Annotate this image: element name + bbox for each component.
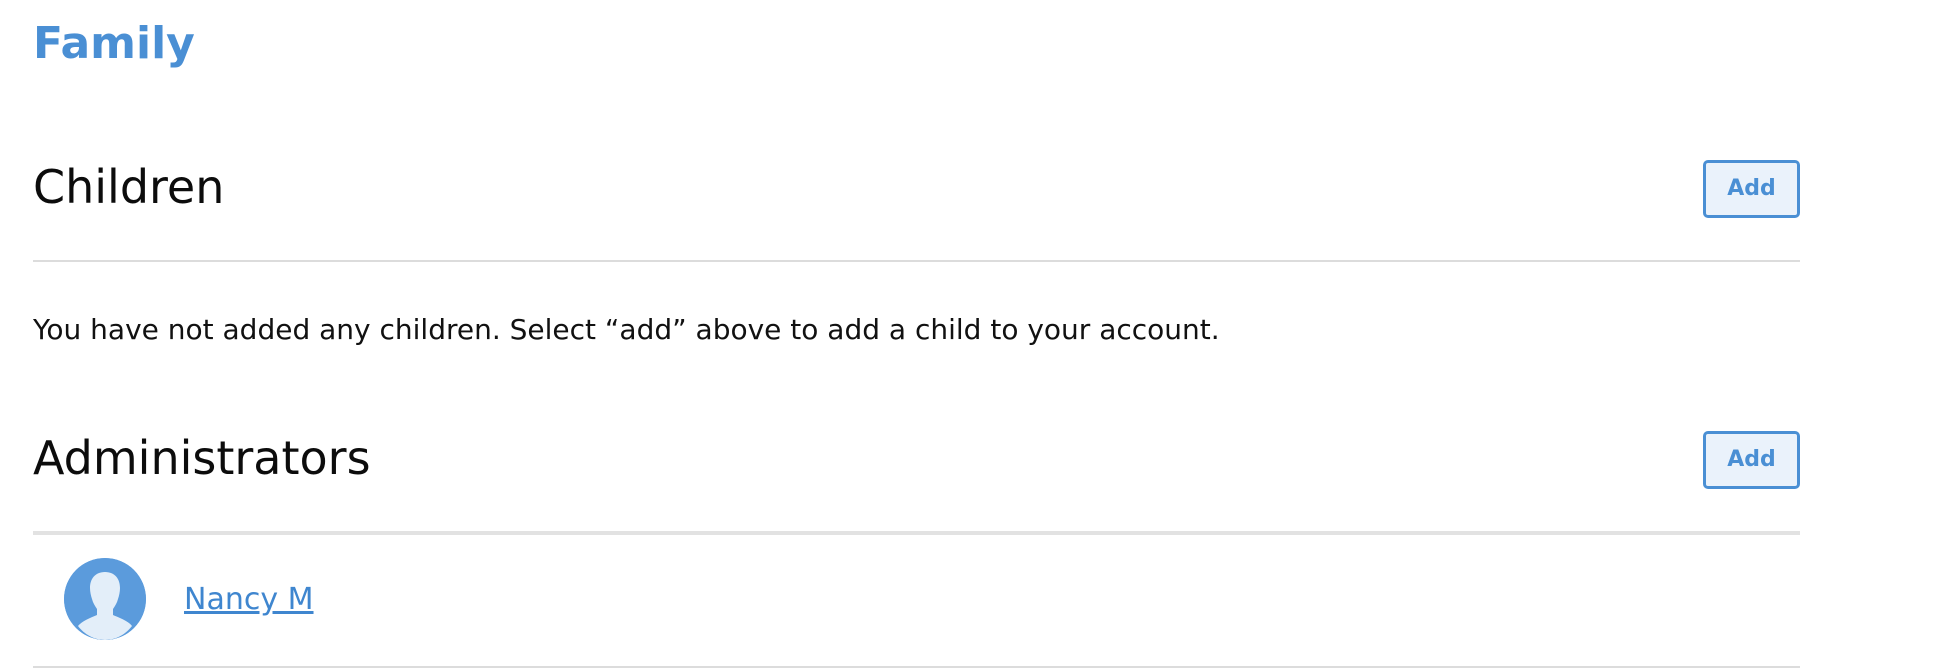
administrator-list-item: Nancy M	[33, 533, 1800, 663]
children-empty-message: You have not added any children. Select …	[33, 313, 1220, 346]
page-title: Family	[33, 18, 195, 69]
children-heading: Children	[33, 160, 225, 214]
add-child-button[interactable]: Add	[1703, 160, 1800, 218]
administrators-section-header: Administrators Add	[33, 423, 1800, 493]
children-divider	[33, 260, 1800, 262]
add-administrator-button[interactable]: Add	[1703, 431, 1800, 489]
administrator-name-link[interactable]: Nancy M	[184, 580, 314, 620]
person-silhouette-icon	[64, 558, 146, 640]
children-section-header: Children Add	[33, 152, 1800, 222]
administrators-heading: Administrators	[33, 431, 371, 485]
